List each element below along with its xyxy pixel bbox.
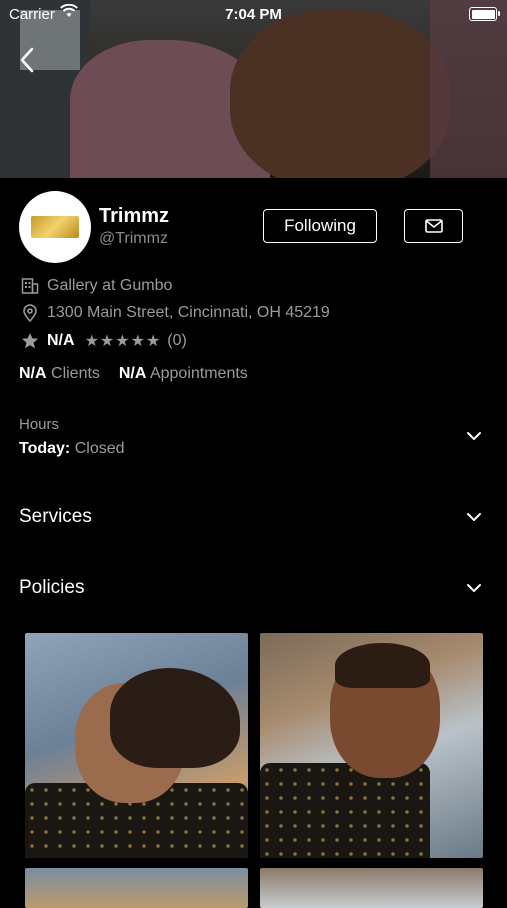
chevron-down-icon	[467, 432, 481, 440]
avatar	[19, 191, 91, 263]
battery-icon	[469, 7, 500, 21]
status-bar: Carrier 7:04 PM	[0, 0, 507, 28]
cover-person-head	[230, 10, 450, 178]
clients-count: N/A	[19, 365, 47, 382]
address-text: 1300 Main Street, Cincinnati, OH 45219	[47, 304, 330, 321]
policies-expand-button[interactable]	[464, 581, 484, 595]
rating-row: N/A ★★★★★ (0)	[19, 331, 187, 351]
gallery-photo[interactable]	[260, 868, 483, 908]
gallery-photo[interactable]	[25, 868, 248, 908]
photo-gallery	[25, 633, 485, 908]
location-pin-icon	[19, 304, 41, 322]
photo-cape	[260, 763, 430, 858]
back-button[interactable]	[14, 44, 42, 76]
building-icon	[19, 277, 41, 295]
services-expand-button[interactable]	[464, 510, 484, 524]
message-button[interactable]	[404, 209, 463, 243]
brand-logo	[31, 216, 79, 238]
chevron-down-icon	[467, 513, 481, 521]
address-row: 1300 Main Street, Cincinnati, OH 45219	[19, 304, 330, 322]
rating-count: (0)	[167, 332, 187, 349]
profile-name: Trimmz	[99, 205, 170, 227]
mail-icon	[424, 219, 443, 233]
profile-handle: @Trimmz	[99, 230, 168, 247]
chevron-left-icon	[20, 47, 34, 73]
photo-hair	[110, 668, 240, 768]
gallery-photo[interactable]	[260, 633, 483, 858]
hours-today-value: Closed	[74, 440, 125, 457]
chevron-down-icon	[467, 584, 481, 592]
services-section-title[interactable]: Services	[19, 506, 92, 528]
clients-label: Clients	[51, 365, 100, 382]
location-name: Gallery at Gumbo	[47, 277, 173, 294]
stats-row: N/A Clients N/A Appointments	[19, 365, 248, 383]
appointments-count: N/A	[118, 365, 147, 382]
appointments-label: Appointments	[149, 365, 248, 382]
gallery-photo[interactable]	[25, 633, 248, 858]
photo-hair	[335, 643, 430, 688]
policies-section-title[interactable]: Policies	[19, 577, 84, 599]
star-icon	[19, 332, 41, 350]
clock-time: 7:04 PM	[225, 6, 282, 23]
rating-stars: ★★★★★	[84, 333, 162, 350]
hours-expand-button[interactable]	[464, 429, 484, 443]
following-button[interactable]: Following	[263, 209, 377, 243]
hours-today-label: Today:	[19, 440, 71, 457]
location-name-row: Gallery at Gumbo	[19, 277, 172, 295]
hours-today: Today: Closed	[19, 440, 125, 458]
rating-value: N/A	[47, 332, 75, 349]
hours-title: Hours	[19, 416, 60, 433]
